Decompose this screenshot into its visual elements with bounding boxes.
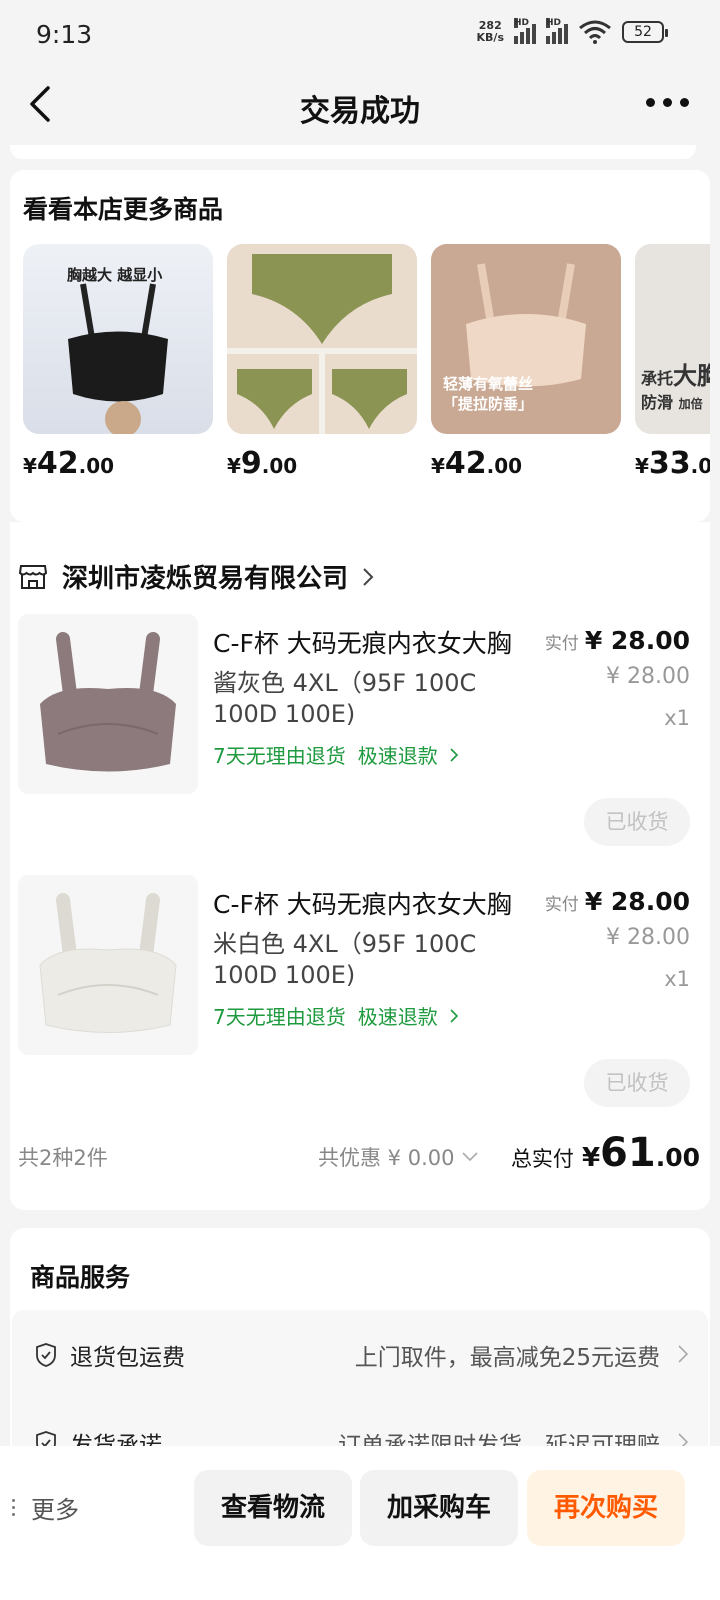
more-label: 更多 (31, 1496, 79, 1524)
chevron-down-icon (462, 1152, 479, 1162)
fast-refund-label: 极速退款 (357, 1005, 438, 1029)
item-services[interactable]: 7天无理由退货 极速退款 (213, 740, 459, 769)
paid-label: 实付 (544, 634, 579, 654)
total-currency: ¥ (581, 1143, 601, 1173)
product-price: ¥33.0 (635, 446, 710, 481)
product-image[interactable] (227, 244, 417, 434)
total-decimal: .00 (655, 1143, 700, 1172)
signal-icon: HD (514, 18, 536, 44)
item-spec: 酱灰色 4XL（95F 100C 100D 100E) (213, 669, 477, 728)
paid-price: 实付 ¥ 28.00 (545, 626, 690, 655)
view-logistics-button[interactable]: 查看物流 (194, 1470, 352, 1546)
signal-hd-label-2: HD (546, 18, 562, 28)
store-icon (18, 564, 48, 589)
paid-value: ¥ 28.00 (584, 626, 690, 655)
original-price: ¥ 28.00 (606, 664, 690, 689)
status-time: 9:13 (36, 20, 93, 49)
signal-icon-2: HD (546, 18, 568, 44)
chevron-right-icon (450, 1008, 458, 1023)
product-card[interactable]: 胸越大 越显小 ¥42.00 (23, 244, 213, 481)
net-speed-unit: KB/s (476, 31, 504, 44)
chevron-right-icon (450, 747, 458, 762)
total-paid: 总实付 ¥ 61 .00 (511, 1130, 700, 1176)
more-options-icon[interactable] (646, 94, 690, 110)
paid-label: 实付 (544, 895, 579, 915)
product-card[interactable]: 承托大胸 防滑 加倍 ¥33.0 (635, 244, 710, 481)
received-status-button[interactable]: 已收货 (584, 1059, 690, 1107)
shield-check-icon (36, 1343, 56, 1367)
chevron-right-icon (678, 1345, 688, 1363)
product-image-caption: 承托大胸 防滑 加倍 (641, 362, 710, 412)
net-speed: 282 KB/s (477, 20, 504, 44)
gray-bra-image (40, 632, 176, 772)
order-item[interactable]: C-F杯 大码无痕内衣女大胸 米白色 4XL（95F 100C 100D 100… (18, 875, 698, 1135)
item-count: 共2种2件 (18, 1146, 108, 1170)
return-policy-label: 7天无理由退货 (213, 1005, 346, 1029)
total-integer: 61 (600, 1130, 656, 1176)
green-briefs-image (227, 244, 417, 434)
more-button[interactable]: 更多 (12, 1490, 79, 1525)
discount-toggle[interactable]: 共优惠 ¥ 0.00 (318, 1142, 479, 1172)
buy-again-button[interactable]: 再次购买 (527, 1470, 685, 1546)
paid-value: ¥ 28.00 (584, 887, 690, 916)
product-card[interactable]: ¥9.00 (227, 244, 417, 481)
white-bra-image (39, 893, 177, 1033)
order-summary: 共2种2件 共优惠 ¥ 0.00 总实付 ¥ 61 .00 (18, 1130, 702, 1180)
add-to-cart-button[interactable]: 加采购车 (360, 1470, 518, 1546)
shop-header[interactable]: 深圳市凌烁贸易有限公司 (18, 558, 374, 595)
bottom-action-bar: 更多 查看物流 加采购车 再次购买 (0, 1446, 720, 1600)
fast-refund-label: 极速退款 (357, 744, 438, 768)
product-price: ¥9.00 (227, 446, 298, 481)
item-title[interactable]: C-F杯 大码无痕内衣女大胸 (213, 885, 512, 921)
paid-price: 实付 ¥ 28.00 (545, 887, 690, 916)
product-card[interactable]: 轻薄有氧蕾丝 「提拉防垂」 ¥42.00 (431, 244, 621, 481)
vertical-dots-icon (12, 1499, 15, 1516)
more-products-card: 看看本店更多商品 胸越大 越显小 ¥42.00 ¥9.00 轻薄有氧蕾丝 「提拉… (10, 170, 710, 522)
order-item[interactable]: C-F杯 大码无痕内衣女大胸 酱灰色 4XL（95F 100C 100D 100… (18, 614, 698, 874)
order-card: 深圳市凌烁贸易有限公司 C-F杯 大码无痕内衣女大胸 酱灰色 4XL（95F 1… (10, 522, 710, 1210)
return-policy-label: 7天无理由退货 (213, 744, 346, 768)
product-image[interactable]: 轻薄有氧蕾丝 「提拉防垂」 (431, 244, 621, 434)
received-status-button[interactable]: 已收货 (584, 798, 690, 846)
product-price: ¥42.00 (431, 446, 523, 481)
item-services[interactable]: 7天无理由退货 极速退款 (213, 1001, 459, 1030)
services-title: 商品服务 (30, 1263, 131, 1292)
product-image[interactable]: 承托大胸 防滑 加倍 (635, 244, 710, 434)
original-price: ¥ 28.00 (606, 925, 690, 950)
product-thumbnail[interactable] (18, 614, 198, 794)
item-title[interactable]: C-F杯 大码无痕内衣女大胸 (213, 624, 512, 660)
quantity: x1 (664, 967, 690, 991)
status-bar: 9:13 282 KB/s HD HD 52 (0, 0, 720, 70)
shop-name[interactable]: 深圳市凌烁贸易有限公司 (62, 558, 348, 595)
quantity: x1 (664, 706, 690, 730)
service-name: 退货包运费 (70, 1345, 185, 1371)
item-spec: 米白色 4XL（95F 100C 100D 100E) (213, 930, 477, 989)
black-bra-image (68, 283, 168, 434)
product-image-caption: 轻薄有氧蕾丝 「提拉防垂」 (443, 375, 534, 413)
battery-icon: 52 (622, 21, 668, 43)
wifi-icon (579, 20, 611, 44)
status-icons: 282 KB/s HD HD 52 (477, 18, 668, 44)
chevron-right-icon (363, 567, 374, 586)
product-price: ¥42.00 (23, 446, 115, 481)
discount-text: 共优惠 ¥ 0.00 (318, 1146, 455, 1170)
more-products-title: 看看本店更多商品 (23, 195, 224, 224)
product-thumbnail[interactable] (18, 875, 198, 1055)
service-row[interactable]: 退货包运费 上门取件，最高减免25元运费 (34, 1334, 688, 1374)
nav-bar: 交易成功 (0, 70, 720, 145)
product-image[interactable]: 胸越大 越显小 (23, 244, 213, 434)
signal-hd-label: HD (514, 18, 530, 28)
total-label: 总实付 (510, 1147, 574, 1171)
page-title: 交易成功 (300, 94, 420, 129)
service-desc: 上门取件，最高减免25元运费 (354, 1345, 660, 1371)
previous-card-edge (10, 145, 696, 159)
